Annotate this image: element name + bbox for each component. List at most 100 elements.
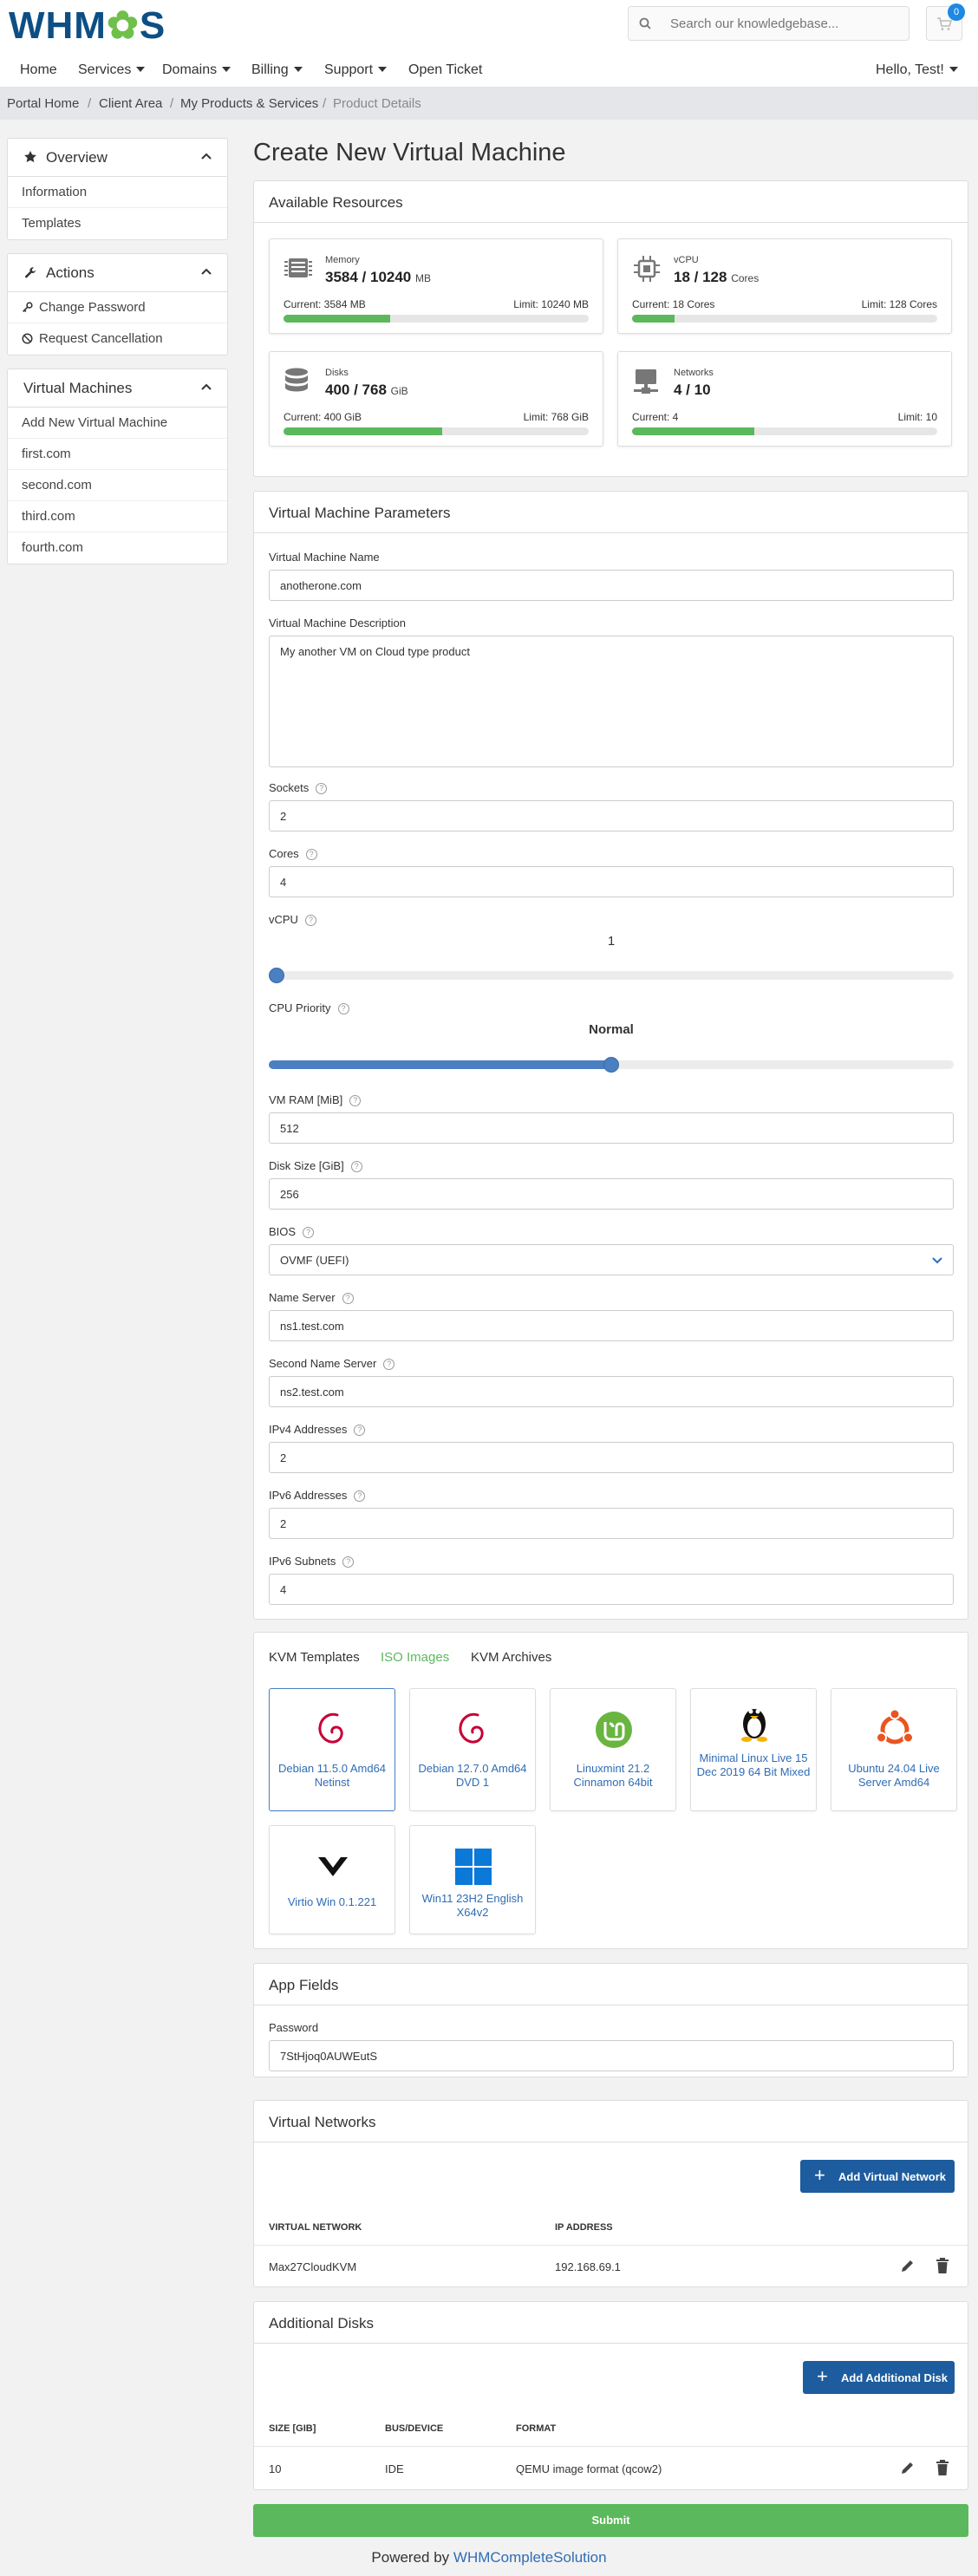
help-icon[interactable]: ? [354, 1490, 366, 1502]
resource-limit: Limit: 128 Cores [861, 298, 937, 310]
help-icon[interactable]: ? [304, 915, 316, 926]
vm-ram-input[interactable]: 512 [269, 1112, 954, 1144]
cart-button[interactable]: 0 [926, 3, 965, 41]
help-icon[interactable]: ? [305, 849, 317, 860]
cpu-priority-slider-handle[interactable] [603, 1057, 619, 1073]
resource-label: Disks [325, 368, 349, 378]
help-icon[interactable]: ? [349, 1095, 362, 1106]
table-divider [254, 2245, 968, 2246]
nav-billing[interactable]: Billing [251, 62, 303, 78]
disks-value: 400 / 768 [325, 382, 387, 398]
nav-services-label: Services [78, 62, 132, 77]
sidebar-item-templates[interactable]: Templates [8, 208, 227, 239]
tab-kvm-templates[interactable]: KVM Templates [269, 1650, 360, 1665]
edit-icon[interactable] [900, 2258, 916, 2273]
vcpu-slider[interactable] [269, 968, 954, 983]
help-icon[interactable]: ? [337, 1003, 349, 1014]
vcpu-value: 18 / 128 [674, 269, 727, 285]
sidebar-item-vm[interactable]: fourth.com [8, 532, 227, 564]
cores-label-text: Cores [269, 847, 299, 860]
os-option-debian-12[interactable]: Debian 12.7.0 Amd64 DVD 1 [409, 1688, 536, 1811]
cores-input[interactable]: 4 [269, 866, 954, 897]
ipv4-input[interactable]: 2 [269, 1442, 954, 1473]
ns1-input[interactable]: ns1.test.com [269, 1310, 954, 1341]
memory-resource: Memory 3584 / 10240 MB Current: 3584 MB … [269, 238, 603, 334]
edit-icon[interactable] [900, 2460, 916, 2475]
breadcrumb-portal-home[interactable]: Portal Home [7, 96, 79, 111]
footer-link[interactable]: WHMCompleteSolution [453, 2549, 607, 2566]
nav-services[interactable]: Services [78, 62, 146, 78]
sidebar-item-label: fourth.com [22, 540, 83, 555]
os-option-virtio-win[interactable]: Virtio Win 0.1.221 [269, 1825, 395, 1934]
trash-icon[interactable] [936, 2258, 949, 2273]
help-icon[interactable]: ? [342, 1293, 354, 1304]
vcpu-slider-handle[interactable] [269, 968, 284, 983]
whmcs-logo[interactable]: WHM✿S [9, 3, 166, 48]
help-icon[interactable]: ? [342, 1556, 355, 1568]
sidebar-item-add-vm[interactable]: Add New Virtual Machine [8, 408, 227, 439]
add-virtual-network-button[interactable]: + Add Virtual Network [800, 2160, 955, 2193]
trash-icon[interactable] [936, 2460, 949, 2475]
submit-button[interactable]: Submit [253, 2504, 968, 2537]
tux-icon [741, 1709, 767, 1742]
tab-kvm-archives[interactable]: KVM Archives [471, 1650, 551, 1665]
column-header-network: VIRTUAL NETWORK [269, 2222, 362, 2233]
additional-disks-card: Additional Disks + Add Additional Disk S… [253, 2301, 968, 2490]
ipv6-input[interactable]: 2 [269, 1508, 954, 1539]
sidebar-actions-header[interactable]: Actions [8, 254, 227, 292]
chevron-up-icon[interactable] [201, 268, 212, 275]
help-icon[interactable]: ? [354, 1425, 366, 1436]
sidebar-item-information[interactable]: Information [8, 177, 227, 208]
os-option-debian-11[interactable]: Debian 11.5.0 Amd64 Netinst [269, 1688, 395, 1811]
chevron-up-icon[interactable] [201, 153, 212, 160]
plus-icon: + [814, 2164, 825, 2186]
os-option-linuxmint[interactable]: Linuxmint 21.2 Cinnamon 64bit [550, 1688, 676, 1811]
cpu-priority-label: CPU Priority? [269, 1001, 349, 1014]
breadcrumb-client-area[interactable]: Client Area [99, 96, 162, 111]
ns2-label-text: Second Name Server [269, 1357, 377, 1370]
chevron-up-icon[interactable] [201, 383, 212, 390]
sidebar-item-change-password[interactable]: Change Password [8, 292, 227, 323]
sidebar-item-label: Add New Virtual Machine [22, 415, 168, 430]
breadcrumb-products[interactable]: My Products & Services [180, 96, 318, 111]
card-title: Virtual Networks [269, 2114, 376, 2130]
ban-icon [22, 333, 33, 344]
sidebar-item-vm[interactable]: first.com [8, 439, 227, 470]
sidebar-overview-header[interactable]: Overview [8, 139, 227, 177]
search-input[interactable] [670, 14, 896, 33]
help-icon[interactable]: ? [350, 1161, 362, 1172]
nav-open-ticket[interactable]: Open Ticket [408, 62, 482, 78]
vcpu-slider-value: 1 [607, 934, 616, 949]
vm-description-textarea[interactable]: My another VM on Cloud type product [269, 636, 954, 767]
vm-name-input[interactable]: anotherone.com [269, 570, 954, 601]
tab-iso-images[interactable]: ISO Images [381, 1650, 449, 1665]
cpu-priority-value: Normal [589, 1022, 634, 1037]
breadcrumb-separator: / [88, 96, 92, 111]
cpu-priority-slider[interactable] [269, 1057, 954, 1073]
nav-home[interactable]: Home [20, 62, 57, 78]
ipv6-subnets-input[interactable]: 4 [269, 1574, 954, 1605]
help-icon[interactable]: ? [303, 1227, 315, 1238]
help-icon[interactable]: ? [383, 1359, 395, 1370]
os-option-win11[interactable]: Win11 23H2 English X64v2 [409, 1825, 536, 1934]
os-option-name: Linuxmint 21.2 Cinnamon 64bit [573, 1762, 653, 1789]
os-option-minimal-linux[interactable]: Minimal Linux Live 15 Dec 2019 64 Bit Mi… [690, 1688, 817, 1811]
add-additional-disk-button[interactable]: + Add Additional Disk [803, 2361, 955, 2394]
password-label: Password [269, 2021, 319, 2034]
disk-size-input[interactable]: 256 [269, 1178, 954, 1210]
sidebar-vms-header[interactable]: Virtual Machines [8, 369, 227, 408]
nav-domains[interactable]: Domains [162, 62, 231, 78]
sockets-input[interactable]: 2 [269, 800, 954, 831]
nav-support[interactable]: Support [324, 62, 388, 78]
ns2-input[interactable]: ns2.test.com [269, 1376, 954, 1407]
sidebar-item-vm[interactable]: second.com [8, 470, 227, 501]
knowledgebase-search[interactable] [628, 6, 910, 41]
bios-select[interactable]: OVMF (UEFI) [269, 1244, 954, 1275]
password-input[interactable]: 7StHjoq0AUWEutS [269, 2040, 954, 2071]
sidebar-item-vm[interactable]: third.com [8, 501, 227, 532]
sidebar-item-request-cancellation[interactable]: Request Cancellation [8, 323, 227, 355]
breadcrumb: Portal Home / Client Area / My Products … [0, 87, 978, 120]
nav-user-menu[interactable]: Hello, Test! [876, 62, 958, 78]
help-icon[interactable]: ? [316, 783, 328, 794]
os-option-ubuntu[interactable]: Ubuntu 24.04 Live Server Amd64 [831, 1688, 957, 1811]
